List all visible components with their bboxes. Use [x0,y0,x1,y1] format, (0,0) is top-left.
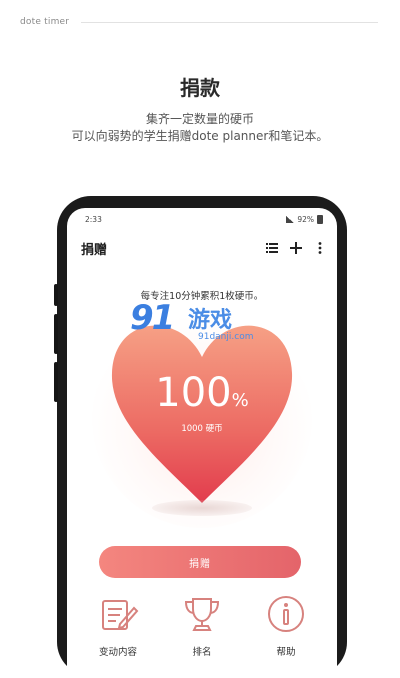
menu-item-ranking[interactable]: 排名 [165,592,239,658]
volume-down-button [54,314,58,354]
watermark-text: 游戏 [188,308,233,333]
status-time: 2:33 [85,214,102,224]
watermark-logo: 91 游戏 91danji.com [130,298,270,350]
coin-count: 1000 硬币 [181,424,223,434]
heart-shadow [152,500,252,516]
brand-label: dote timer [20,17,70,27]
donate-button[interactable]: 捐赠 [99,546,301,578]
divider [81,21,378,23]
more-options-icon[interactable] [313,240,327,256]
progress-value: 100 [155,370,232,416]
page-title: 捐款 [180,76,220,100]
menu-item-label: 变动内容 [98,647,137,658]
phone-mockup: 2:33 92% 捐赠 每专注10分钟累积1枚硬币。 100% 1000 硬币 … [54,196,347,678]
battery-icon [317,214,323,224]
battery-percent: 92% [297,214,314,224]
menu-item-changes[interactable]: 变动内容 [81,592,155,658]
trophy-icon [184,598,220,631]
bottom-menu: 变动内容 排名 帮助 [67,592,337,662]
signal-icon [286,215,295,223]
phone-screen: 2:33 92% 捐赠 每专注10分钟累积1枚硬币。 100% 1000 硬币 … [67,208,337,678]
side-button [54,362,58,402]
volume-up-button [54,284,58,306]
menu-item-label: 排名 [192,647,212,658]
app-bar: 捐赠 [81,238,327,258]
list-icon[interactable] [265,240,279,256]
menu-item-help[interactable]: 帮助 [249,592,323,658]
top-bar: dote timer [20,14,378,30]
info-icon [268,596,304,632]
notepad-pencil-icon [102,600,139,630]
watermark-url: 91danji.com [198,332,254,342]
progress-percent: 100% [67,370,337,416]
add-icon[interactable] [289,240,303,256]
watermark-number: 91 [130,298,175,338]
status-bar: 2:33 92% [85,212,323,226]
menu-item-label: 帮助 [276,647,296,658]
description-line-1: 集齐一定数量的硬币 [145,112,254,126]
progress-unit: % [231,390,249,411]
app-title: 捐赠 [81,242,108,258]
description-line-2: 可以向弱势的学生捐赠dote planner和笔记本。 [71,129,329,143]
